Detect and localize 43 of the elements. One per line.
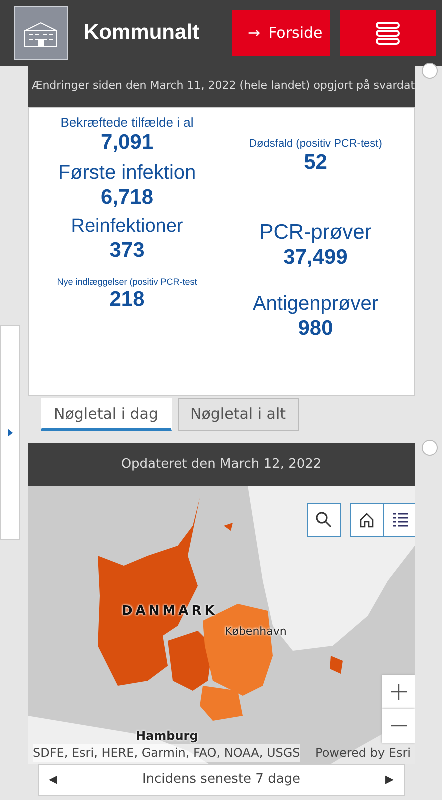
previous-button[interactable]: ◀ — [49, 772, 58, 788]
home-button[interactable]: → Forside — [232, 10, 330, 56]
map-drawing[interactable] — [28, 486, 415, 764]
stat-label: Første infektion — [58, 162, 196, 185]
stat-label: Reinfektioner — [71, 216, 184, 238]
menu-button[interactable] — [340, 10, 436, 56]
stat-value: 373 — [110, 238, 145, 263]
minus-icon — [390, 725, 406, 727]
list-icon — [392, 512, 408, 528]
stat-label: Bekræftede tilfælde i al — [60, 116, 194, 130]
stat-value: 37,499 — [284, 245, 348, 271]
home-button[interactable] — [350, 503, 384, 537]
search-icon — [316, 512, 332, 528]
arrow-icon: → — [248, 22, 261, 44]
site-title: Kommunalt — [84, 20, 200, 46]
city-label: Hamburg — [136, 730, 198, 742]
stat-value: 7,091 — [100, 130, 154, 156]
building-logo[interactable] — [14, 6, 68, 60]
caret-icon — [6, 428, 14, 438]
stat-label: PCR-prøver — [260, 221, 372, 246]
legend-button[interactable] — [383, 503, 415, 537]
side-panel-toggle[interactable] — [0, 325, 20, 540]
stat-label: Antigenprøver — [252, 292, 379, 316]
stat-label: Nye indlæggelser (positiv PCR-test — [57, 276, 198, 288]
expand-icon[interactable] — [422, 63, 438, 79]
zoom-in-button[interactable] — [382, 675, 415, 709]
next-button[interactable]: ▶ — [386, 772, 394, 788]
plus-icon — [390, 684, 406, 700]
home-icon — [359, 512, 375, 528]
search-button[interactable] — [307, 503, 341, 537]
layer-title: Incidens seneste 7 dage — [142, 771, 301, 790]
tab[interactable]: Nøgletal i dag — [41, 398, 172, 430]
stat-value: 218 — [110, 287, 145, 312]
stat-label: Dødsfald (positiv PCR-test) — [249, 138, 382, 150]
stat-value: 6,718 — [100, 184, 154, 210]
stat-value: 980 — [298, 316, 334, 341]
panel-header: Opdateret den March 12, 2022 — [28, 442, 415, 486]
menu-icon — [376, 22, 400, 44]
stat-value: 52 — [304, 150, 328, 176]
powered-by-text: Powered by Esri — [316, 745, 411, 762]
tab[interactable]: Nøgletal i alt — [178, 398, 300, 430]
map-attribution: SDFE, Esri, HERE, Garmin, FAO, NOAA, USGS — [33, 744, 300, 762]
panel-header: Ændringer siden den March 11, 2022 (hele landet) opgjort på svardat — [28, 66, 415, 106]
